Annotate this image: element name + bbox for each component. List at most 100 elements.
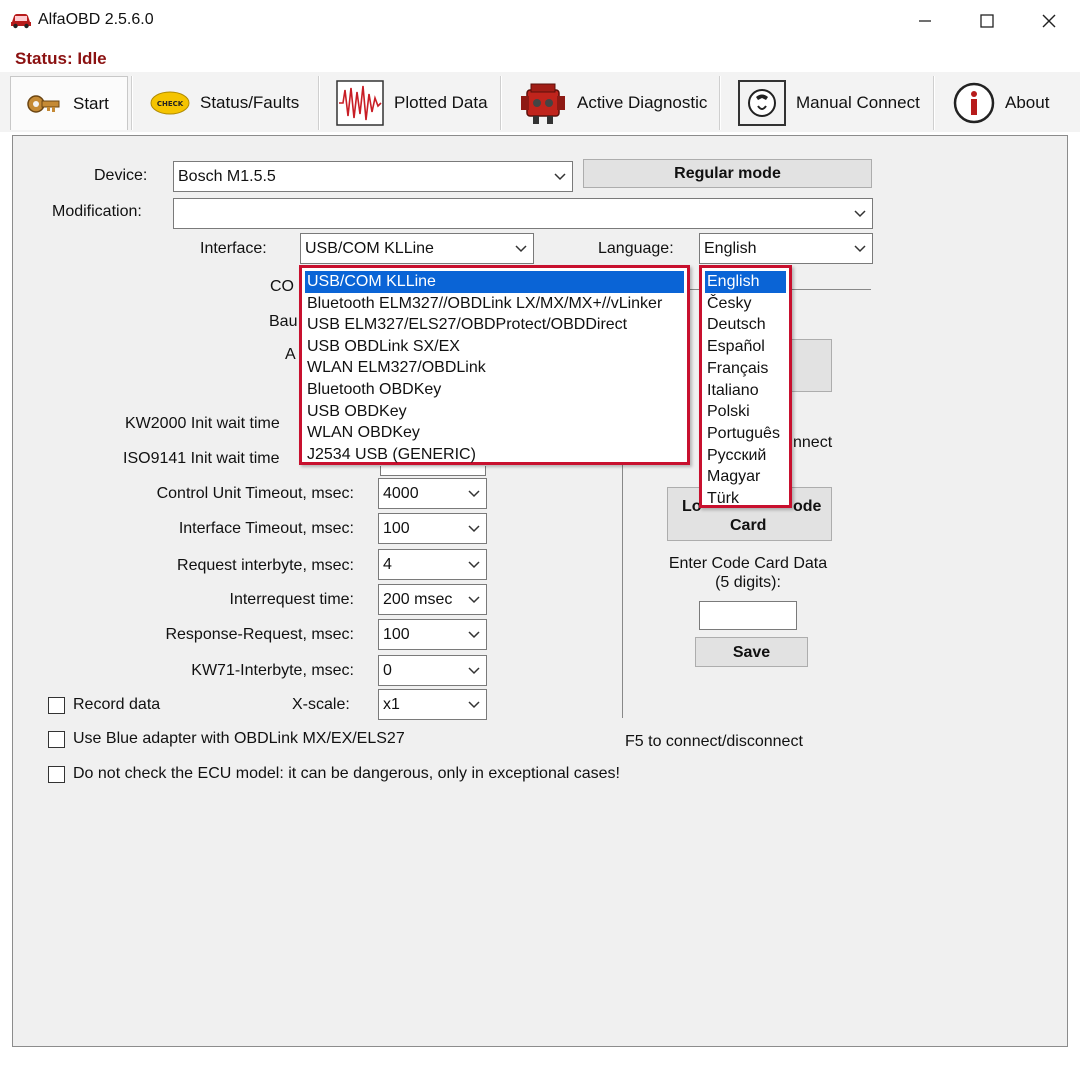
- regular-mode-button[interactable]: Regular mode: [583, 159, 872, 188]
- language-option[interactable]: Français: [705, 358, 786, 380]
- code-card-input[interactable]: [699, 601, 797, 630]
- tab-manual-connect[interactable]: Manual Connect: [738, 76, 920, 130]
- tab-status-faults-label: Status/Faults: [200, 93, 300, 112]
- enter-code-label-line2: (5 digits):: [715, 574, 781, 591]
- chevron-down-icon: [554, 173, 566, 181]
- tab-start[interactable]: Start: [10, 76, 128, 130]
- if-timeout-select[interactable]: 100: [378, 513, 487, 544]
- close-button[interactable]: [1024, 6, 1074, 36]
- language-label: Language:: [598, 240, 674, 257]
- manual-connect-icon: [738, 80, 786, 126]
- interface-label: Interface:: [200, 240, 267, 257]
- device-label: Device:: [94, 167, 148, 184]
- no-check-ecu-checkbox[interactable]: [48, 766, 65, 783]
- maximize-button[interactable]: [962, 6, 1012, 36]
- f5-hint: F5 to connect/disconnect: [625, 733, 803, 750]
- language-option[interactable]: English: [705, 271, 786, 293]
- maximize-icon: [980, 14, 994, 28]
- chevron-down-icon: [468, 561, 480, 569]
- interface-option[interactable]: USB ELM327/ELS27/OBDProtect/OBDDirect: [305, 314, 684, 336]
- chevron-down-icon: [468, 490, 480, 498]
- window-title: AlfaOBD 2.5.6.0: [38, 11, 154, 28]
- tab-plotted-data[interactable]: Plotted Data: [336, 76, 488, 130]
- request-interbyte-select[interactable]: 4: [378, 549, 487, 580]
- language-option[interactable]: Español: [705, 336, 786, 358]
- modification-select[interactable]: [173, 198, 873, 229]
- interface-select[interactable]: USB/COM KLLine: [300, 233, 534, 264]
- minimize-button[interactable]: [900, 6, 950, 36]
- check-engine-icon: CHECK: [150, 91, 190, 115]
- connect-button-partial[interactable]: [790, 339, 832, 392]
- blue-adapter-checkbox[interactable]: [48, 731, 65, 748]
- language-option[interactable]: Polski: [705, 401, 786, 423]
- blue-adapter-label: Use Blue adapter with OBDLink MX/EX/ELS2…: [73, 730, 405, 747]
- interface-dropdown-list[interactable]: USB/COM KLLine Bluetooth ELM327//OBDLink …: [299, 265, 690, 465]
- xscale-label: X-scale:: [292, 696, 350, 713]
- tab-start-label: Start: [73, 93, 109, 113]
- iso9141-init-field[interactable]: [380, 466, 486, 476]
- language-option[interactable]: Česky: [705, 293, 786, 315]
- chevron-down-icon: [854, 210, 866, 218]
- key-icon: [27, 94, 60, 113]
- interface-option[interactable]: Bluetooth OBDKey: [305, 379, 684, 401]
- modification-label: Modification:: [52, 203, 142, 220]
- save-button[interactable]: Save: [695, 637, 808, 667]
- response-request-select[interactable]: 100: [378, 619, 487, 650]
- chevron-down-icon: [468, 525, 480, 533]
- cu-timeout-label: Control Unit Timeout, msec:: [156, 485, 354, 502]
- no-check-ecu-label: Do not check the ECU model: it can be da…: [73, 765, 620, 782]
- tab-about[interactable]: About: [953, 76, 1049, 130]
- record-data-checkbox[interactable]: [48, 697, 65, 714]
- chevron-down-icon: [854, 245, 866, 253]
- record-data-label: Record data: [73, 696, 161, 713]
- kw71-interbyte-label: KW71-Interbyte, msec:: [191, 662, 354, 679]
- interrequest-select[interactable]: 200 msec: [378, 584, 487, 615]
- kw71-interbyte-select[interactable]: 0: [378, 655, 487, 686]
- tab-manual-connect-label: Manual Connect: [796, 93, 920, 112]
- chevron-down-icon: [468, 596, 480, 604]
- tab-active-diagnostic-label: Active Diagnostic: [577, 93, 708, 112]
- waveform-icon: [336, 80, 384, 126]
- interface-option[interactable]: WLAN OBDKey: [305, 422, 684, 444]
- xscale-select[interactable]: x1: [378, 689, 487, 720]
- if-timeout-label: Interface Timeout, msec:: [178, 520, 354, 537]
- engine-icon: [521, 83, 565, 124]
- minimize-icon: [919, 20, 931, 22]
- language-dropdown-list[interactable]: English Česky Deutsch Español Français Italia…: [699, 265, 792, 508]
- baud-rate-label: Bau: [269, 313, 298, 330]
- chevron-down-icon: [515, 245, 527, 253]
- chevron-down-icon: [468, 667, 480, 675]
- status-text: Status: Idle: [15, 49, 107, 68]
- language-option[interactable]: Português: [705, 423, 786, 445]
- response-request-label: Response-Request, msec:: [165, 626, 354, 643]
- language-option[interactable]: Deutsch: [705, 314, 786, 336]
- chevron-down-icon: [468, 701, 480, 709]
- interface-option[interactable]: WLAN ELM327/OBDLink: [305, 357, 684, 379]
- interface-option[interactable]: USB OBDKey: [305, 401, 684, 423]
- language-option[interactable]: Italiano: [705, 380, 786, 402]
- main-toolbar: Start CHECK Status/Faults Plotted Data A…: [0, 72, 1080, 132]
- address-label: A: [285, 346, 296, 363]
- interface-option[interactable]: J2534 USB (GENERIC): [305, 444, 684, 466]
- tab-about-label: About: [1005, 93, 1050, 112]
- interrequest-label: Interrequest time:: [229, 591, 355, 608]
- request-interbyte-label: Request interbyte, msec:: [177, 557, 354, 574]
- title-bar: AlfaOBD 2.5.6.0: [0, 0, 1080, 42]
- chevron-down-icon: [468, 631, 480, 639]
- close-icon: [1042, 14, 1056, 28]
- tab-status-faults[interactable]: CHECK Status/Faults: [150, 76, 299, 130]
- interface-option[interactable]: Bluetooth ELM327//OBDLink LX/MX/MX+//vLi…: [305, 293, 684, 315]
- language-option[interactable]: Русский: [705, 445, 786, 467]
- tab-active-diagnostic[interactable]: Active Diagnostic: [519, 76, 707, 130]
- device-select[interactable]: Bosch M1.5.5: [173, 161, 573, 192]
- cu-timeout-select[interactable]: 4000: [378, 478, 487, 509]
- language-option[interactable]: Türk: [705, 488, 786, 510]
- interface-option[interactable]: USB OBDLink SX/EX: [305, 336, 684, 358]
- language-select[interactable]: English: [699, 233, 873, 264]
- car-icon: [11, 14, 31, 29]
- language-option[interactable]: Magyar: [705, 466, 786, 488]
- tab-plotted-data-label: Plotted Data: [394, 93, 488, 112]
- kw2000-init-label: KW2000 Init wait time: [125, 415, 280, 432]
- com-port-label: CO: [270, 278, 294, 295]
- interface-option[interactable]: USB/COM KLLine: [305, 271, 684, 293]
